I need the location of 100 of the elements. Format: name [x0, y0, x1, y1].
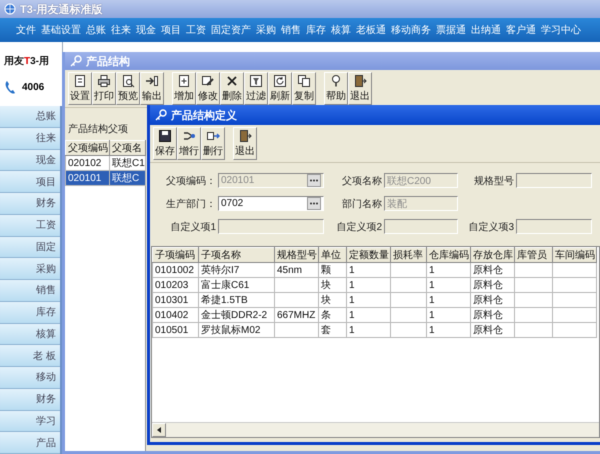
sidebar-item[interactable]: 核算 [0, 324, 60, 346]
column-header[interactable]: 定额数量 [346, 248, 390, 262]
table-cell-text: 颗 [321, 264, 331, 276]
sidebar-item[interactable]: 总账 [0, 106, 60, 128]
door-icon [353, 74, 367, 88]
sidebar-item[interactable]: 往来 [0, 128, 60, 150]
sidebar-item[interactable]: 移动 [0, 367, 60, 389]
door-icon [238, 129, 252, 143]
menu-item[interactable]: 学习中心 [541, 23, 581, 37]
input-field: 联想C200 [384, 173, 458, 188]
table-cell: 020102 [68, 158, 102, 168]
ellipsis-icon [310, 179, 318, 182]
sidebar-item[interactable]: 项目 [0, 171, 60, 193]
table-cell-text: 套 [321, 324, 331, 336]
table-cell: 联想C1 [112, 156, 144, 170]
add-icon [177, 74, 191, 88]
column-header[interactable]: 父项名 [110, 140, 146, 156]
table-cell: 1 [349, 310, 355, 320]
column-header[interactable]: 车间编码 [552, 248, 596, 262]
sidebar-item[interactable]: 库存 [0, 302, 60, 324]
menu-item[interactable]: 采购 [256, 23, 276, 37]
sidebar-item[interactable]: 老 板 [0, 345, 60, 367]
input-field[interactable]: 0702 [218, 196, 324, 211]
menu-item[interactable]: 移动商务 [391, 23, 431, 37]
column-header[interactable]: 损耗率 [390, 248, 426, 262]
cross-icon [225, 74, 239, 88]
sidebar-item[interactable]: 工资 [0, 214, 60, 236]
sidebar-item[interactable]: 采购 [0, 258, 60, 280]
menu-item[interactable]: 基础设置 [41, 23, 81, 37]
sidebar-item[interactable]: 产品 [0, 432, 60, 454]
menu-item[interactable]: 核算 [331, 23, 351, 37]
table-cell: 块 [321, 278, 331, 292]
field-label: 自定义项2 [336, 220, 383, 234]
menu-item[interactable]: 客户通 [506, 23, 536, 37]
column-header[interactable]: 规格型号 [274, 248, 318, 262]
column-header[interactable]: 单位 [318, 248, 346, 262]
field-label: 规格型号 [474, 174, 515, 188]
save-icon [158, 129, 172, 143]
table-cell: 1 [429, 294, 435, 306]
table-cell: 010501 [155, 324, 188, 336]
menu-item[interactable]: 往来 [111, 23, 131, 37]
field-label: 父项名称 [342, 174, 383, 188]
horizontal-scrollbar[interactable] [152, 422, 599, 437]
delete-row-icon [206, 129, 220, 143]
menu-item[interactable]: 现金 [136, 23, 156, 37]
toolbar-button[interactable]: 增行 [177, 127, 201, 160]
column-header[interactable]: 存放仓库 [470, 248, 514, 262]
sidebar-item[interactable]: 财务 [0, 193, 60, 215]
table-cell: 667MHZ [277, 310, 316, 320]
toolbar-button[interactable]: 保存 [153, 127, 177, 160]
copy-icon [297, 74, 311, 88]
table-cell: 原料仓 [473, 264, 503, 276]
table-cell: 1 [429, 264, 435, 276]
table-cell: 1 [429, 324, 435, 336]
help-icon [329, 74, 343, 88]
menu-item[interactable]: 出纳通 [471, 23, 501, 37]
menu-item[interactable]: 文件 [16, 23, 36, 37]
table-cell: 1 [349, 294, 355, 306]
sidebar-item[interactable]: 固定 [0, 236, 60, 258]
column-header[interactable]: 库管员 [514, 248, 552, 262]
sidebar-item[interactable]: 学习 [0, 410, 60, 432]
table-cell: 010402 [155, 310, 188, 320]
input-field: 装配 [384, 196, 458, 211]
toolbar-button[interactable]: 删行 [201, 127, 225, 160]
table-cell: 1 [429, 310, 435, 320]
menu-item[interactable]: 总账 [86, 23, 106, 37]
table-cell: 1 [349, 264, 355, 276]
column-header[interactable]: 子项编码 [152, 248, 198, 262]
column-header[interactable]: 父项编码 [66, 140, 110, 156]
globe-icon [4, 3, 16, 15]
sidebar-item[interactable]: 财务 [0, 388, 60, 410]
menu-item[interactable]: 票据通 [436, 23, 466, 37]
menu-item[interactable]: 固定资产 [211, 23, 251, 37]
table-cell: 原料仓 [473, 324, 503, 336]
printer-icon [97, 74, 111, 88]
menu-item[interactable]: 库存 [306, 23, 326, 37]
column-header[interactable]: 仓库编码 [426, 248, 470, 262]
table-cell: 罗技鼠标M02 [201, 324, 260, 336]
menu-item[interactable]: 老板通 [356, 23, 386, 37]
table-cell: 金士顿DDR2-2 [201, 308, 268, 322]
table-cell: 联想C [112, 172, 140, 184]
refresh-icon [273, 74, 287, 88]
table-cell: 原料仓 [473, 294, 503, 306]
field-label: 父项编码： [166, 174, 217, 188]
table-cell: 块 [321, 294, 331, 306]
funnel-icon [249, 74, 263, 88]
sidebar-item[interactable]: 现金 [0, 150, 60, 172]
table-cell: 010301 [155, 294, 188, 306]
menu-item[interactable]: 项目 [161, 23, 181, 37]
menu-item[interactable]: 销售 [281, 23, 301, 37]
toolbar-button[interactable]: 退出 [233, 127, 257, 160]
column-header[interactable]: 子项名称 [198, 248, 274, 262]
table-cell: 45nm [277, 264, 302, 276]
table-cell: 020101 [68, 172, 102, 184]
window-title: 产品结构 [86, 54, 130, 68]
sidebar-item[interactable]: 销售 [0, 280, 60, 302]
table-cell: 希捷1.5TB [201, 294, 248, 306]
table-cell: 1 [349, 324, 355, 336]
menu-item[interactable]: 工资 [186, 23, 206, 37]
lookup-button[interactable] [307, 197, 321, 210]
